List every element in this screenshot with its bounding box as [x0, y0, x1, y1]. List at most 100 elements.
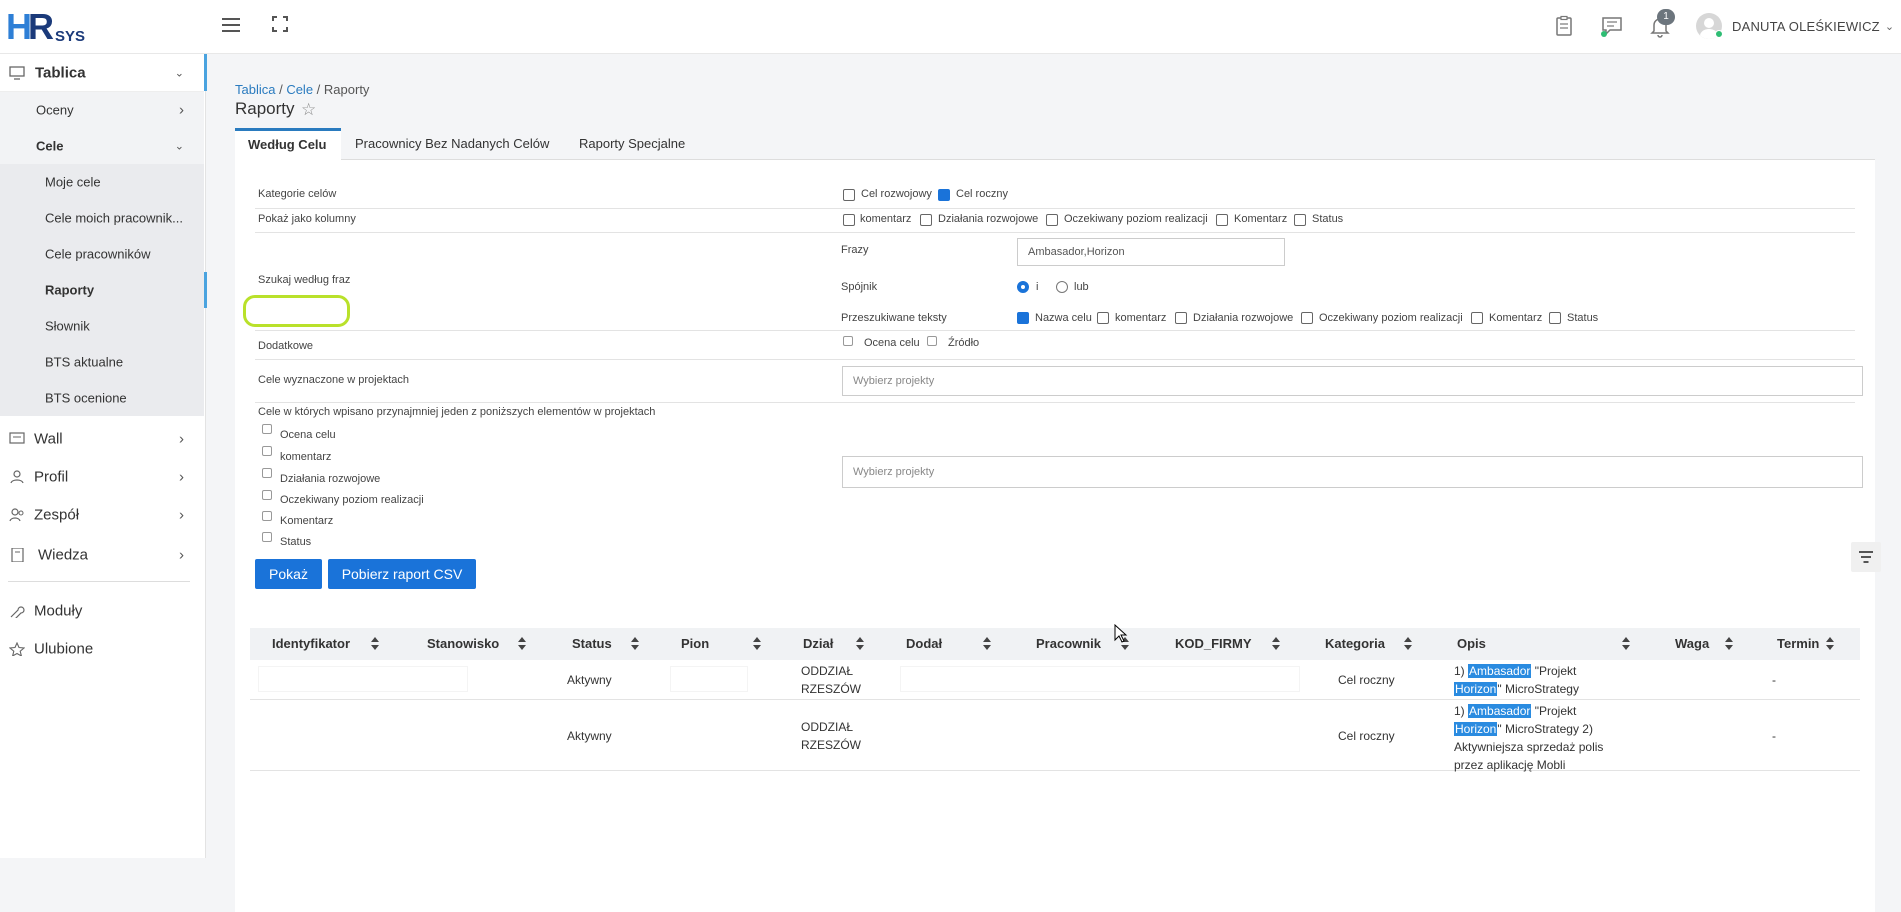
sort-icon[interactable]	[1404, 637, 1412, 651]
el-oczekiwany-checkbox[interactable]	[262, 490, 272, 500]
monitor-icon	[9, 65, 25, 80]
sort-icon[interactable]	[1622, 637, 1630, 651]
notification-badge: 1	[1657, 9, 1675, 25]
search-nazwa-celu-checkbox[interactable]	[1017, 312, 1029, 324]
pokaz-button[interactable]: Pokaż	[255, 559, 322, 589]
table-row[interactable]: Aktywny ODDZIAŁ RZESZÓW Cel roczny 1) Amb…	[250, 701, 1860, 772]
tab-raporty-specjalne[interactable]: Raporty Specjalne	[579, 128, 699, 160]
sort-icon[interactable]	[1725, 637, 1733, 651]
col-komentarz-checkbox[interactable]	[843, 214, 855, 226]
sort-icon[interactable]	[371, 637, 379, 651]
el-ocena-celu-checkbox[interactable]	[262, 424, 272, 434]
sidebar-item-oceny[interactable]: Oceny ›	[0, 92, 204, 128]
sidebar-item-profil[interactable]: Profil ›	[0, 458, 204, 496]
sidebar-item-ulubione[interactable]: Ulubione	[0, 630, 204, 668]
frazy-label: Frazy	[841, 244, 869, 256]
user-chevron-icon: ⌄	[1884, 20, 1895, 33]
sort-icon[interactable]	[856, 637, 864, 651]
search-komentarz2-checkbox[interactable]	[1471, 312, 1483, 324]
clipboard-icon[interactable]	[1552, 14, 1576, 38]
sidebar-item-moje-cele[interactable]: Moje cele	[0, 164, 204, 200]
sort-icon[interactable]	[518, 637, 526, 651]
opis-cell: 1) Ambasador "Projekt Horizon" MicroStra…	[1454, 704, 1604, 772]
chat-icon[interactable]	[1600, 14, 1624, 38]
col-oczekiwany-checkbox[interactable]	[1046, 214, 1058, 226]
sort-icon[interactable]	[753, 637, 761, 651]
sidebar-item-cele-pracownikow[interactable]: Cele pracowników	[0, 236, 204, 272]
sort-icon[interactable]	[1272, 637, 1280, 651]
search-dzialania-checkbox[interactable]	[1175, 312, 1187, 324]
user-menu[interactable]: DANUTA OLEŚKIEWICZ ⌄	[1696, 13, 1894, 39]
mouse-cursor-icon	[1114, 624, 1128, 643]
favorite-star-icon[interactable]: ☆	[301, 100, 316, 120]
cel-roczny-checkbox[interactable]	[938, 189, 950, 201]
tab-pracownicy-bez-celow[interactable]: Pracownicy Bez Nadanych Celów	[355, 128, 565, 160]
sidebar-item-moduly[interactable]: Moduły	[0, 592, 204, 630]
opis-cell: 1) Ambasador "Projekt Horizon" MicroStra…	[1454, 664, 1579, 696]
hrsys-logo[interactable]: HR SYS	[6, 6, 96, 47]
online-status-dot	[1715, 30, 1723, 38]
breadcrumb-cele[interactable]: Cele	[286, 82, 313, 97]
sidebar-divider	[8, 581, 190, 582]
sidebar-item-tablica[interactable]: Tablica ⌄	[0, 54, 207, 92]
search-oczekiwany-checkbox[interactable]	[1301, 312, 1313, 324]
szukaj-label: Szukaj według fraz	[258, 274, 351, 286]
chevron-right-icon: ›	[179, 546, 184, 564]
sidebar-item-slownik[interactable]: Słownik	[0, 308, 204, 344]
el-status-checkbox[interactable]	[262, 532, 272, 542]
projekty-label: Cele wyznaczone w projektach	[258, 374, 410, 386]
ocena-celu-checkbox[interactable]	[843, 336, 853, 346]
sort-icon[interactable]	[631, 637, 639, 651]
csv-button[interactable]: Pobierz raport CSV	[328, 559, 476, 589]
sort-icon[interactable]	[1826, 637, 1834, 651]
filter-columns-button[interactable]	[1851, 542, 1881, 572]
table-row[interactable]: Aktywny ODDZIAŁ RZESZÓW Cel roczny 1) Amb…	[250, 660, 1860, 700]
breadcrumb: Tablica / Cele / Raporty	[235, 82, 370, 97]
col-status-checkbox[interactable]	[1294, 214, 1306, 226]
el-dzialania-checkbox[interactable]	[262, 468, 272, 478]
hamburger-menu-icon[interactable]	[222, 18, 240, 32]
kategorie-label: Kategorie celów	[258, 188, 337, 200]
sidebar-item-cele[interactable]: Cele ⌄	[0, 128, 204, 164]
spojnik-i-radio[interactable]	[1017, 281, 1029, 293]
elementy-projekty-select[interactable]: Wybierz projekty	[842, 456, 1863, 488]
chevron-right-icon: ›	[179, 506, 184, 524]
col-komentarz2-checkbox[interactable]	[1216, 214, 1228, 226]
zrodlo-checkbox[interactable]	[927, 336, 937, 346]
sidebar-item-bts-aktualne[interactable]: BTS aktualne	[0, 344, 204, 380]
projekty-select[interactable]: Wybierz projekty	[842, 366, 1863, 396]
przeszukiwane-label: Przeszukiwane teksty	[841, 312, 947, 324]
cel-rozwojowy-checkbox[interactable]	[843, 189, 855, 201]
breadcrumb-tablica[interactable]: Tablica	[235, 82, 275, 97]
spojnik-lub-radio[interactable]	[1056, 281, 1068, 293]
spojnik-label: Spójnik	[841, 281, 878, 293]
pokaz-label: Pokaż jako kolumny	[258, 213, 356, 225]
sort-icon[interactable]	[983, 637, 991, 651]
el-komentarz-checkbox[interactable]	[262, 446, 272, 456]
sidebar-item-wiedza[interactable]: Wiedza ›	[0, 534, 204, 576]
sidebar-item-wall[interactable]: Wall ›	[0, 420, 204, 458]
logo-hr: HR	[6, 6, 54, 47]
table-header: Identyfikator Stanowisko Status Pion Dzi…	[250, 628, 1860, 660]
highlight-annotation	[243, 295, 350, 327]
sidebar-item-cele-moich-pracownikow[interactable]: Cele moich pracownik...	[0, 200, 204, 236]
fullscreen-icon[interactable]	[272, 16, 288, 32]
chevron-down-icon: ⌄	[174, 67, 184, 79]
book-icon	[11, 548, 24, 562]
sidebar-item-label: Cele	[36, 138, 64, 154]
el-komentarz2-checkbox[interactable]	[262, 511, 272, 521]
top-bar: HR SYS 1 DANUTA OLEŚKIEWICZ ⌄	[0, 0, 1901, 54]
sidebar-item-raporty[interactable]: Raporty	[0, 272, 207, 308]
sidebar-item-zespol[interactable]: Zespół ›	[0, 496, 204, 534]
col-dzialania-checkbox[interactable]	[920, 214, 932, 226]
sidebar-item-bts-ocenione[interactable]: BTS ocenione	[0, 380, 204, 416]
wall-icon	[9, 432, 25, 444]
tab-wedlug-celu[interactable]: Według Celu	[235, 128, 341, 160]
tabs: Według Celu Pracownicy Bez Nadanych Celó…	[235, 128, 1875, 160]
frazy-input[interactable]: Ambasador,Horizon	[1017, 238, 1285, 266]
chevron-down-icon: ⌄	[174, 140, 184, 153]
user-name: DANUTA OLEŚKIEWICZ	[1732, 18, 1880, 34]
user-icon	[10, 470, 24, 484]
search-status-checkbox[interactable]	[1549, 312, 1561, 324]
search-komentarz-checkbox[interactable]	[1097, 312, 1109, 324]
